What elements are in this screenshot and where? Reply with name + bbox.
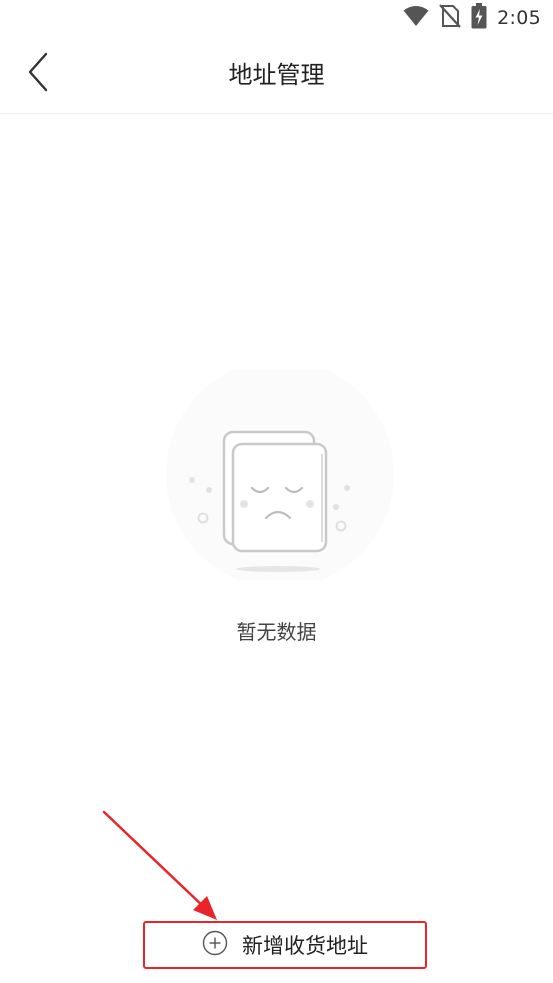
empty-message: 暂无数据 <box>236 620 317 644</box>
status-icons: 2:05 <box>403 3 541 33</box>
address-management-screen: 2:05 地址管理 暂无数据 新增收货地址 <box>0 0 553 983</box>
no-sim-icon <box>439 4 461 32</box>
header: 地址管理 <box>0 36 553 114</box>
sad-document-icon <box>162 360 398 588</box>
battery-charging-icon <box>471 3 487 33</box>
add-address-label: 新增收货地址 <box>242 934 368 958</box>
add-address-button[interactable]: 新增收货地址 <box>143 921 427 969</box>
status-bar: 2:05 <box>0 0 553 36</box>
status-time: 2:05 <box>497 7 541 29</box>
plus-circle-icon <box>202 930 228 960</box>
page-title: 地址管理 <box>228 61 325 89</box>
empty-state: 暂无数据 <box>0 360 553 660</box>
wifi-icon <box>403 5 429 31</box>
